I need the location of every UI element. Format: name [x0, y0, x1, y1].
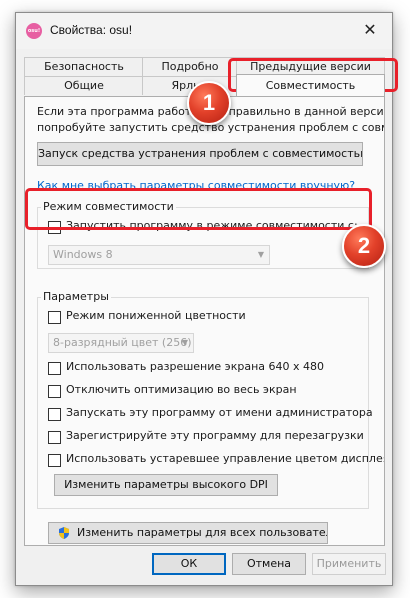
- tab-details[interactable]: Подробно: [142, 57, 238, 76]
- color-depth-value: 8-разрядный цвет (256): [53, 336, 192, 349]
- high-dpi-settings-button[interactable]: Изменить параметры высокого DPI: [54, 474, 278, 496]
- os-version-select[interactable]: Windows 8 ▼: [48, 245, 270, 265]
- disable-fullscreen-opt-checkbox[interactable]: [48, 385, 61, 398]
- uac-shield-icon: [59, 527, 69, 539]
- chevron-down-icon: ▼: [181, 338, 188, 347]
- os-version-value: Windows 8: [53, 248, 113, 261]
- apply-button[interactable]: Применить: [312, 553, 386, 575]
- disable-fullscreen-opt-label: Отключить оптимизацию во весь экран: [66, 383, 297, 396]
- step-badge-1: 1: [187, 81, 231, 125]
- tab-compatibility[interactable]: Совместимость: [236, 74, 385, 96]
- close-icon: ✕: [363, 20, 377, 39]
- resolution-640-checkbox[interactable]: [48, 362, 61, 375]
- highlight-compat-checkbox: [25, 188, 372, 230]
- step-badge-2: 2: [342, 224, 386, 268]
- reduced-color-label: Режим пониженной цветности: [66, 309, 246, 322]
- run-troubleshooter-button[interactable]: Запуск средства устранения проблем с сов…: [37, 142, 363, 166]
- settings-legend: Параметры: [41, 290, 111, 303]
- resolution-640-label: Использовать разрешение экрана 640 x 480: [66, 360, 324, 373]
- cancel-button[interactable]: Отмена: [232, 553, 306, 575]
- tab-general[interactable]: Общие: [24, 76, 144, 95]
- run-as-admin-checkbox[interactable]: [48, 408, 61, 421]
- all-users-label: Изменить параметры для всех пользователе…: [77, 526, 328, 539]
- all-users-settings-button[interactable]: Изменить параметры для всех пользователе…: [48, 522, 328, 544]
- register-restart-label: Зарегистрируйте эту программу для переза…: [66, 429, 364, 442]
- close-button[interactable]: ✕: [348, 13, 392, 47]
- title-bar: osu! Свойства: osu! ✕: [16, 13, 392, 49]
- register-restart-checkbox[interactable]: [48, 431, 61, 444]
- window-title: Свойства: osu!: [50, 23, 133, 37]
- osu-app-icon: osu!: [26, 23, 42, 39]
- ok-button[interactable]: ОК: [152, 553, 226, 575]
- compatibility-panel: Если эта программа работает неправильно …: [24, 96, 385, 546]
- run-as-admin-label: Запускать эту программу от имени админис…: [66, 406, 373, 419]
- legacy-icc-label: Использовать устаревшее управление цвето…: [66, 452, 385, 465]
- legacy-icc-checkbox[interactable]: [48, 454, 61, 467]
- reduced-color-checkbox[interactable]: [48, 311, 61, 324]
- chevron-down-icon: ▼: [257, 250, 264, 259]
- tab-security[interactable]: Безопасность: [24, 57, 144, 76]
- color-depth-select[interactable]: 8-разрядный цвет (256) ▼: [48, 333, 194, 353]
